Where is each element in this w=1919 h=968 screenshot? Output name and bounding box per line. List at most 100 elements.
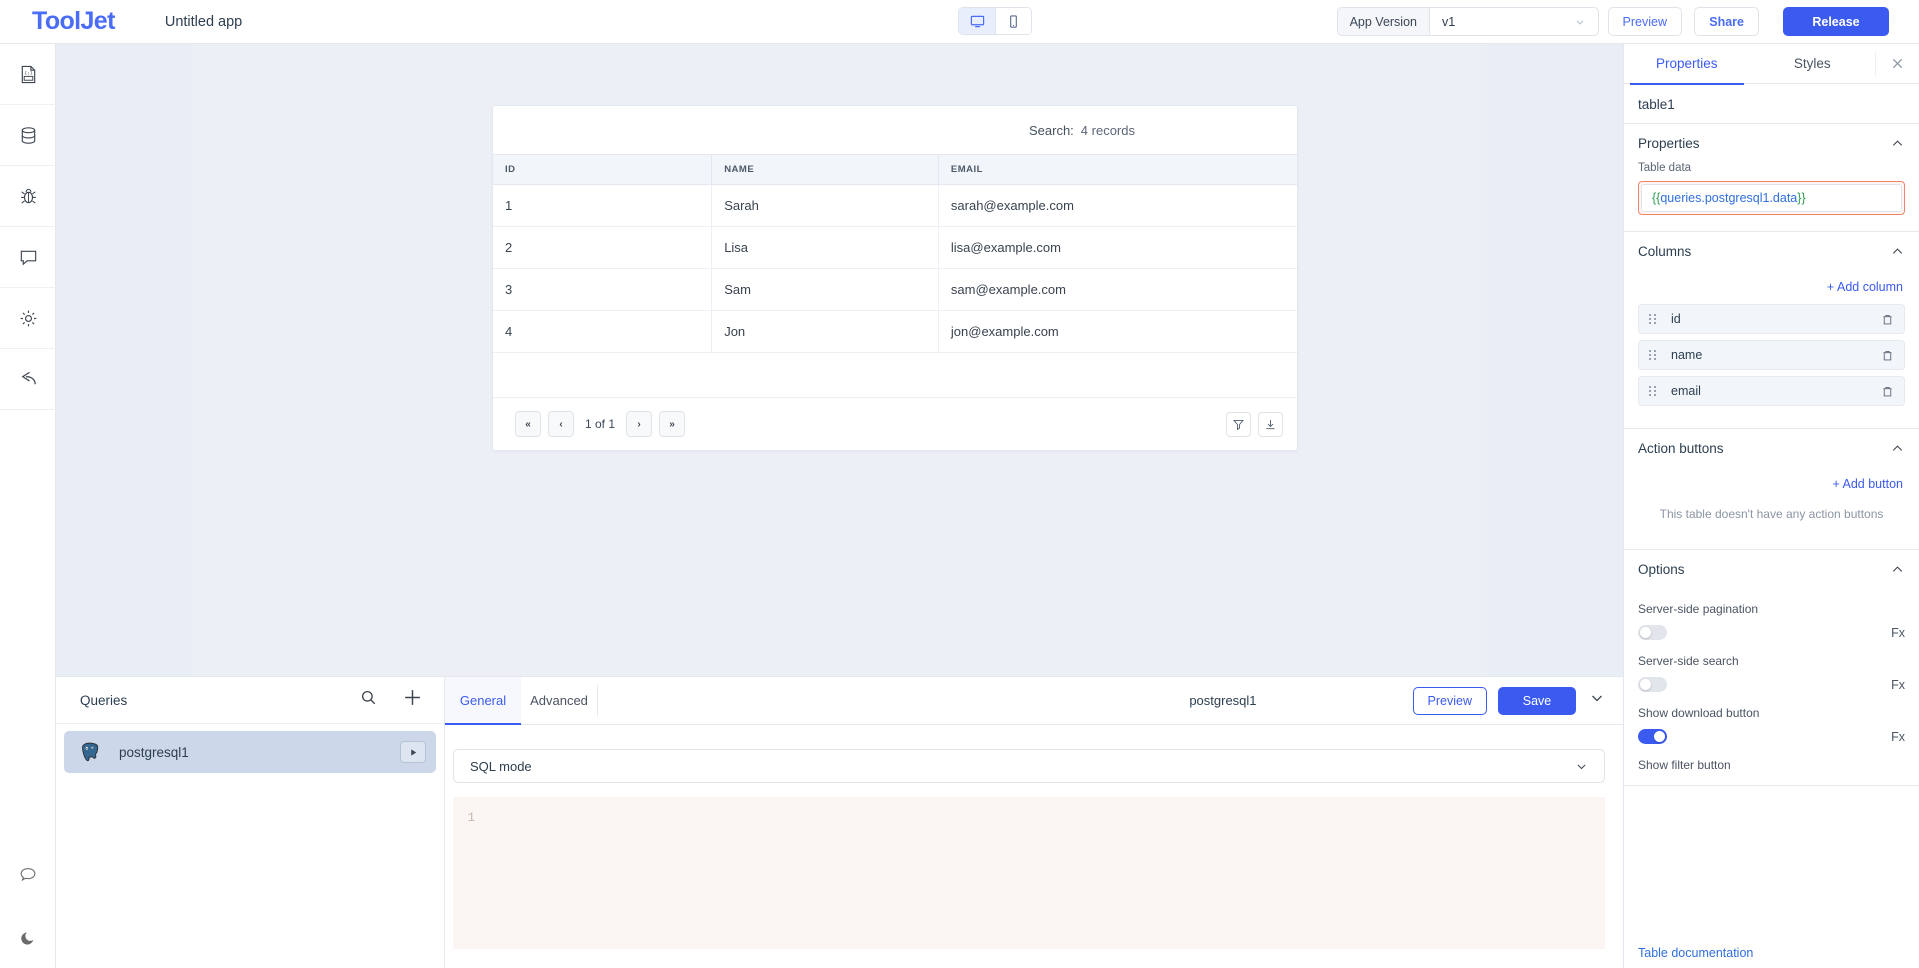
- app-title[interactable]: Untitled app: [165, 14, 242, 30]
- table-row[interactable]: 3 Sam sam@example.com: [493, 269, 1297, 311]
- preview-button[interactable]: Preview: [1608, 7, 1682, 36]
- toggle-server-side-pagination[interactable]: [1638, 625, 1667, 640]
- cell-name: Sarah: [712, 185, 939, 227]
- first-page-button[interactable]: «: [515, 411, 541, 437]
- table-row[interactable]: 2 Lisa lisa@example.com: [493, 227, 1297, 269]
- release-button[interactable]: Release: [1783, 7, 1889, 36]
- inspector-tabs: Properties Styles: [1624, 44, 1919, 84]
- download-button[interactable]: [1258, 412, 1283, 437]
- app-version-label: App Version: [1338, 8, 1430, 35]
- desktop-icon: [970, 14, 985, 29]
- column-item-id[interactable]: id: [1638, 304, 1905, 334]
- query-list-item-postgresql1[interactable]: postgresql1: [64, 731, 436, 773]
- column-item-name[interactable]: name: [1638, 340, 1905, 370]
- filter-button[interactable]: [1226, 412, 1251, 437]
- help-chat-button[interactable]: [0, 844, 56, 906]
- fx-show-download-button[interactable]: Fx: [1891, 730, 1905, 744]
- query-editor-panel: General Advanced postgresql1 Preview Sav…: [445, 676, 1623, 968]
- page-info: 1 of 1: [581, 417, 619, 431]
- table-row[interactable]: 4 Jon jon@example.com: [493, 311, 1297, 353]
- chevron-up-icon: [1890, 441, 1905, 456]
- column-header-id[interactable]: ID: [493, 155, 712, 185]
- table-row[interactable]: 1 Sarah sarah@example.com: [493, 185, 1297, 227]
- table-widget[interactable]: Search: 4 records ID NAME EMAIL 1: [492, 105, 1298, 451]
- options-section-header[interactable]: Options: [1624, 550, 1919, 588]
- table-empty-space: [493, 353, 1297, 398]
- tooljet-app-editor: ToolJet Untitled app App Version v1: [0, 0, 1919, 968]
- sidebar-item-comments[interactable]: [0, 227, 56, 288]
- query-preview-button[interactable]: Preview: [1413, 687, 1487, 715]
- options-section-body: Server-side pagination Fx Server-side se…: [1624, 602, 1919, 785]
- toggle-server-side-search[interactable]: [1638, 677, 1667, 692]
- column-item-email[interactable]: email: [1638, 376, 1905, 406]
- query-search-button[interactable]: [360, 689, 377, 711]
- add-column-link[interactable]: + Add column: [1638, 270, 1905, 304]
- tab-styles[interactable]: Styles: [1750, 44, 1876, 84]
- app-version-value: v1: [1442, 15, 1455, 29]
- table-record-count: 4 records: [1081, 123, 1135, 138]
- desktop-view-button[interactable]: [959, 8, 995, 34]
- tooljet-logo[interactable]: ToolJet: [32, 7, 115, 36]
- toggle-show-download-button[interactable]: [1638, 729, 1667, 744]
- app-version-select[interactable]: v1: [1430, 8, 1598, 35]
- table-data-open-brace: {{: [1652, 191, 1660, 205]
- close-inspector-button[interactable]: [1875, 52, 1919, 76]
- play-icon: [409, 748, 418, 757]
- sql-mode-select[interactable]: SQL mode: [453, 749, 1605, 783]
- fx-server-side-pagination[interactable]: Fx: [1891, 626, 1905, 640]
- next-page-button[interactable]: ›: [626, 411, 652, 437]
- drag-handle-icon[interactable]: [1649, 386, 1657, 396]
- add-query-button[interactable]: [403, 688, 422, 712]
- query-save-button[interactable]: Save: [1498, 687, 1576, 715]
- columns-section-header[interactable]: Columns: [1624, 232, 1919, 270]
- tab-properties[interactable]: Properties: [1624, 44, 1750, 84]
- table-data-field-highlight: {{queries.postgresql1.data}}: [1638, 181, 1905, 215]
- option-row-server-side-search: Fx: [1638, 677, 1905, 692]
- add-button-link[interactable]: + Add button: [1638, 467, 1905, 501]
- collapse-editor-button[interactable]: [1587, 690, 1607, 711]
- last-page-button[interactable]: »: [659, 411, 685, 437]
- svg-text:{;}: {;}: [24, 70, 33, 76]
- share-button[interactable]: Share: [1694, 7, 1759, 36]
- table-documentation-link[interactable]: Table documentation: [1624, 938, 1919, 968]
- run-query-button[interactable]: [400, 741, 426, 763]
- properties-section-header[interactable]: Properties: [1624, 124, 1919, 162]
- sql-code-editor[interactable]: 1: [453, 797, 1605, 949]
- table-search-bar[interactable]: Search: 4 records: [493, 106, 1297, 154]
- action-buttons-section: Action buttons + Add button This table d…: [1624, 428, 1919, 550]
- prev-page-button[interactable]: ‹: [548, 411, 574, 437]
- app-canvas[interactable]: Search: 4 records ID NAME EMAIL 1: [56, 44, 1623, 676]
- table-data-input[interactable]: {{queries.postgresql1.data}}: [1641, 184, 1902, 212]
- chevron-down-icon: [1574, 16, 1586, 28]
- device-toggle: [958, 7, 1032, 35]
- action-buttons-section-header[interactable]: Action buttons: [1624, 429, 1919, 467]
- table-header: ID NAME EMAIL: [493, 155, 1297, 185]
- mobile-icon: [1006, 14, 1021, 29]
- trash-icon[interactable]: [1881, 349, 1894, 362]
- tab-advanced[interactable]: Advanced: [521, 677, 597, 724]
- fx-server-side-search[interactable]: Fx: [1891, 678, 1905, 692]
- tab-general[interactable]: General: [445, 677, 521, 724]
- sidebar-item-settings[interactable]: [0, 288, 56, 349]
- rail-bottom-group: [0, 844, 56, 968]
- trash-icon[interactable]: [1881, 313, 1894, 326]
- sidebar-item-pages[interactable]: {;}: [0, 44, 56, 105]
- trash-icon[interactable]: [1881, 385, 1894, 398]
- queries-panel: Queries: [56, 676, 445, 968]
- sidebar-item-debugger[interactable]: [0, 166, 56, 227]
- cell-email: jon@example.com: [938, 311, 1297, 353]
- moon-icon: [19, 928, 38, 947]
- column-header-email[interactable]: EMAIL: [938, 155, 1297, 185]
- column-header-name[interactable]: NAME: [712, 155, 939, 185]
- drag-handle-icon[interactable]: [1649, 314, 1657, 324]
- table-search-label: Search:: [1029, 123, 1074, 138]
- tab-separator: [597, 685, 598, 716]
- code-content[interactable]: [487, 811, 1605, 949]
- mobile-view-button[interactable]: [995, 8, 1031, 34]
- sidebar-item-data-sources[interactable]: [0, 105, 56, 166]
- queries-actions: [360, 688, 422, 712]
- drag-handle-icon[interactable]: [1649, 350, 1657, 360]
- sidebar-item-undo[interactable]: [0, 349, 56, 410]
- dark-mode-toggle[interactable]: [0, 906, 56, 968]
- cell-id: 4: [493, 311, 712, 353]
